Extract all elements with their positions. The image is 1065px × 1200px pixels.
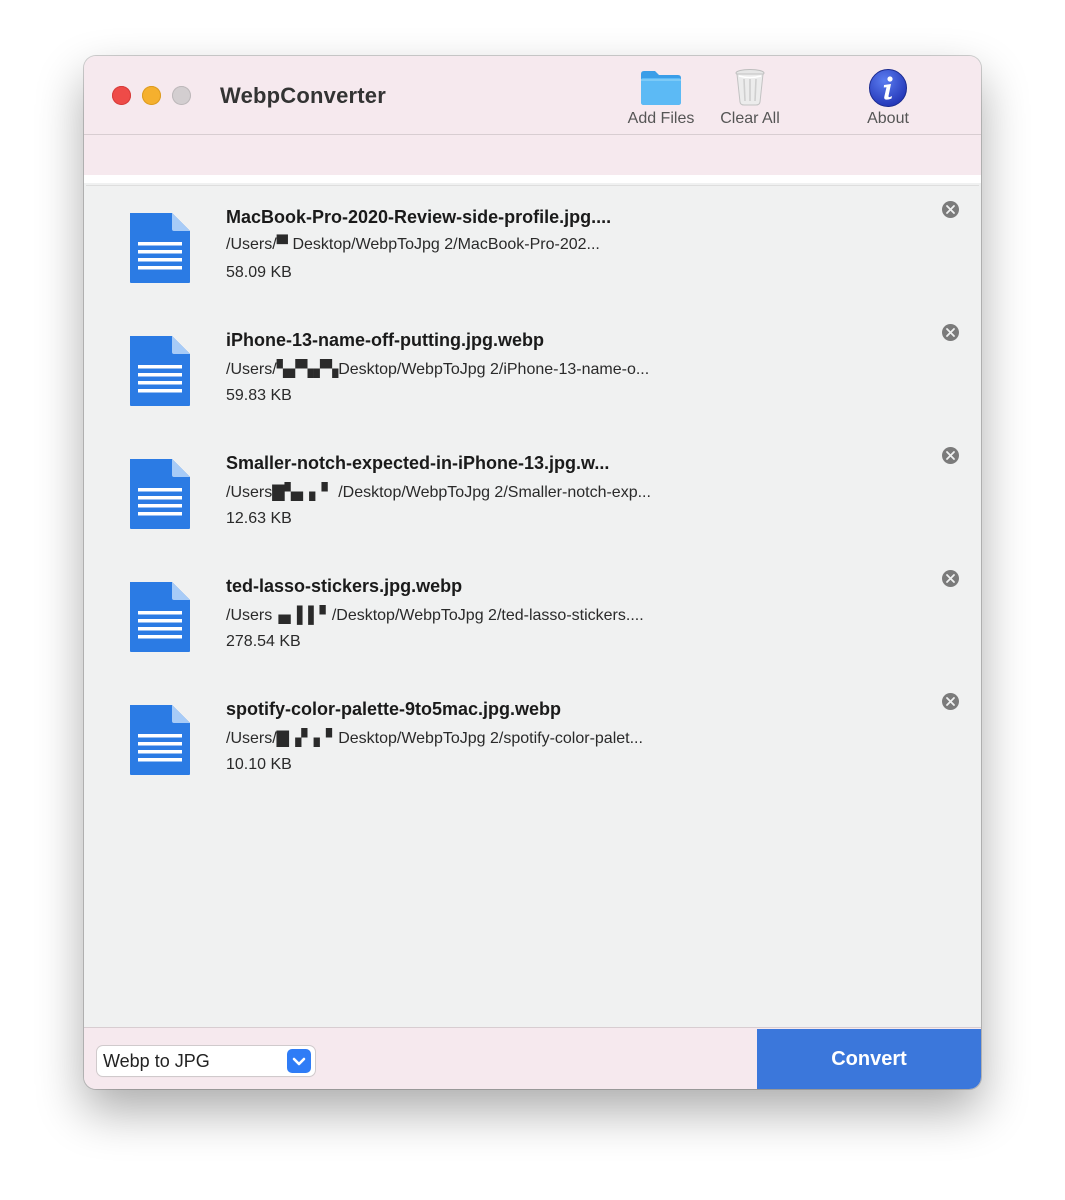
drop-zone-bar	[84, 135, 981, 175]
close-circle-icon[interactable]	[941, 569, 960, 588]
app-window: WebpConverter Add Files Clear All About …	[84, 56, 981, 1089]
select-arrow[interactable]	[287, 1049, 311, 1073]
clear-all-label: Clear All	[720, 110, 780, 127]
document-icon	[130, 582, 190, 652]
close-circle-icon[interactable]	[941, 200, 960, 219]
add-files-button[interactable]: Add Files	[611, 68, 711, 130]
format-select[interactable]: Webp to JPG	[97, 1046, 315, 1076]
window-minimize-button[interactable]	[142, 86, 161, 105]
file-path: /Users▗▖▌▌▘/Desktop/WebpToJpg 2/ted-lass…	[226, 607, 644, 624]
file-list-content: MacBook-Pro-2020-Review-side-profile.jpg…	[86, 185, 979, 1027]
file-row[interactable]: spotify-color-palette-9to5mac.jpg.webp /…	[86, 678, 979, 801]
file-name: ted-lasso-stickers.jpg.webp	[226, 576, 463, 596]
chevron-down-icon	[292, 1057, 306, 1066]
window-close-button[interactable]	[112, 86, 131, 105]
file-row[interactable]: iPhone-13-name-off-putting.jpg.webp /Use…	[86, 309, 979, 432]
title-bar: WebpConverter Add Files Clear All About	[84, 56, 981, 135]
file-size: 10.10 KB	[226, 756, 292, 773]
about-label: About	[867, 110, 909, 127]
add-files-label: Add Files	[627, 110, 695, 127]
file-path: /Users/▀ Desktop/WebpToJpg 2/MacBook-Pro…	[226, 236, 600, 253]
file-list[interactable]: MacBook-Pro-2020-Review-side-profile.jpg…	[84, 175, 981, 1027]
file-name: MacBook-Pro-2020-Review-side-profile.jpg…	[226, 207, 612, 227]
file-name: iPhone-13-name-off-putting.jpg.webp	[226, 330, 544, 350]
close-circle-icon[interactable]	[941, 323, 960, 342]
file-path: /Users/▇▗▘▖▘Desktop/WebpToJpg 2/spotify-…	[226, 730, 643, 747]
close-circle-icon[interactable]	[941, 446, 960, 465]
file-name: Smaller-notch-expected-in-iPhone-13.jpg.…	[226, 453, 610, 473]
format-select-value: Webp to JPG	[103, 1051, 210, 1071]
file-size: 278.54 KB	[226, 633, 301, 650]
file-size: 12.63 KB	[226, 510, 292, 527]
file-path: /Users/▚▞▚▞▚Desktop/WebpToJpg 2/iPhone-1…	[226, 361, 650, 378]
file-row[interactable]: Smaller-notch-expected-in-iPhone-13.jpg.…	[86, 432, 979, 555]
document-icon	[130, 705, 190, 775]
folder-icon	[641, 71, 681, 105]
file-path: /Users▇▚▖▖▘ /Desktop/WebpToJpg 2/Smaller…	[226, 484, 651, 501]
app-title: WebpConverter	[220, 83, 386, 108]
about-button[interactable]: About	[838, 68, 938, 130]
close-circle-icon[interactable]	[941, 692, 960, 711]
file-size: 58.09 KB	[226, 264, 292, 281]
file-name: spotify-color-palette-9to5mac.jpg.webp	[226, 699, 562, 719]
info-icon	[869, 69, 907, 107]
bottom-bar: Webp to JPG Convert	[84, 1027, 981, 1089]
document-icon	[130, 336, 190, 406]
file-size: 59.83 KB	[226, 387, 292, 404]
document-icon	[130, 459, 190, 529]
window-zoom-button[interactable]	[172, 86, 191, 105]
clear-all-button[interactable]: Clear All	[700, 68, 800, 130]
file-row[interactable]: ted-lasso-stickers.jpg.webp /Users▗▖▌▌▘/…	[86, 555, 979, 678]
document-icon	[130, 213, 190, 283]
file-row[interactable]: MacBook-Pro-2020-Review-side-profile.jpg…	[86, 186, 979, 309]
convert-button[interactable]: Convert	[757, 1029, 981, 1089]
trash-icon	[735, 69, 765, 106]
